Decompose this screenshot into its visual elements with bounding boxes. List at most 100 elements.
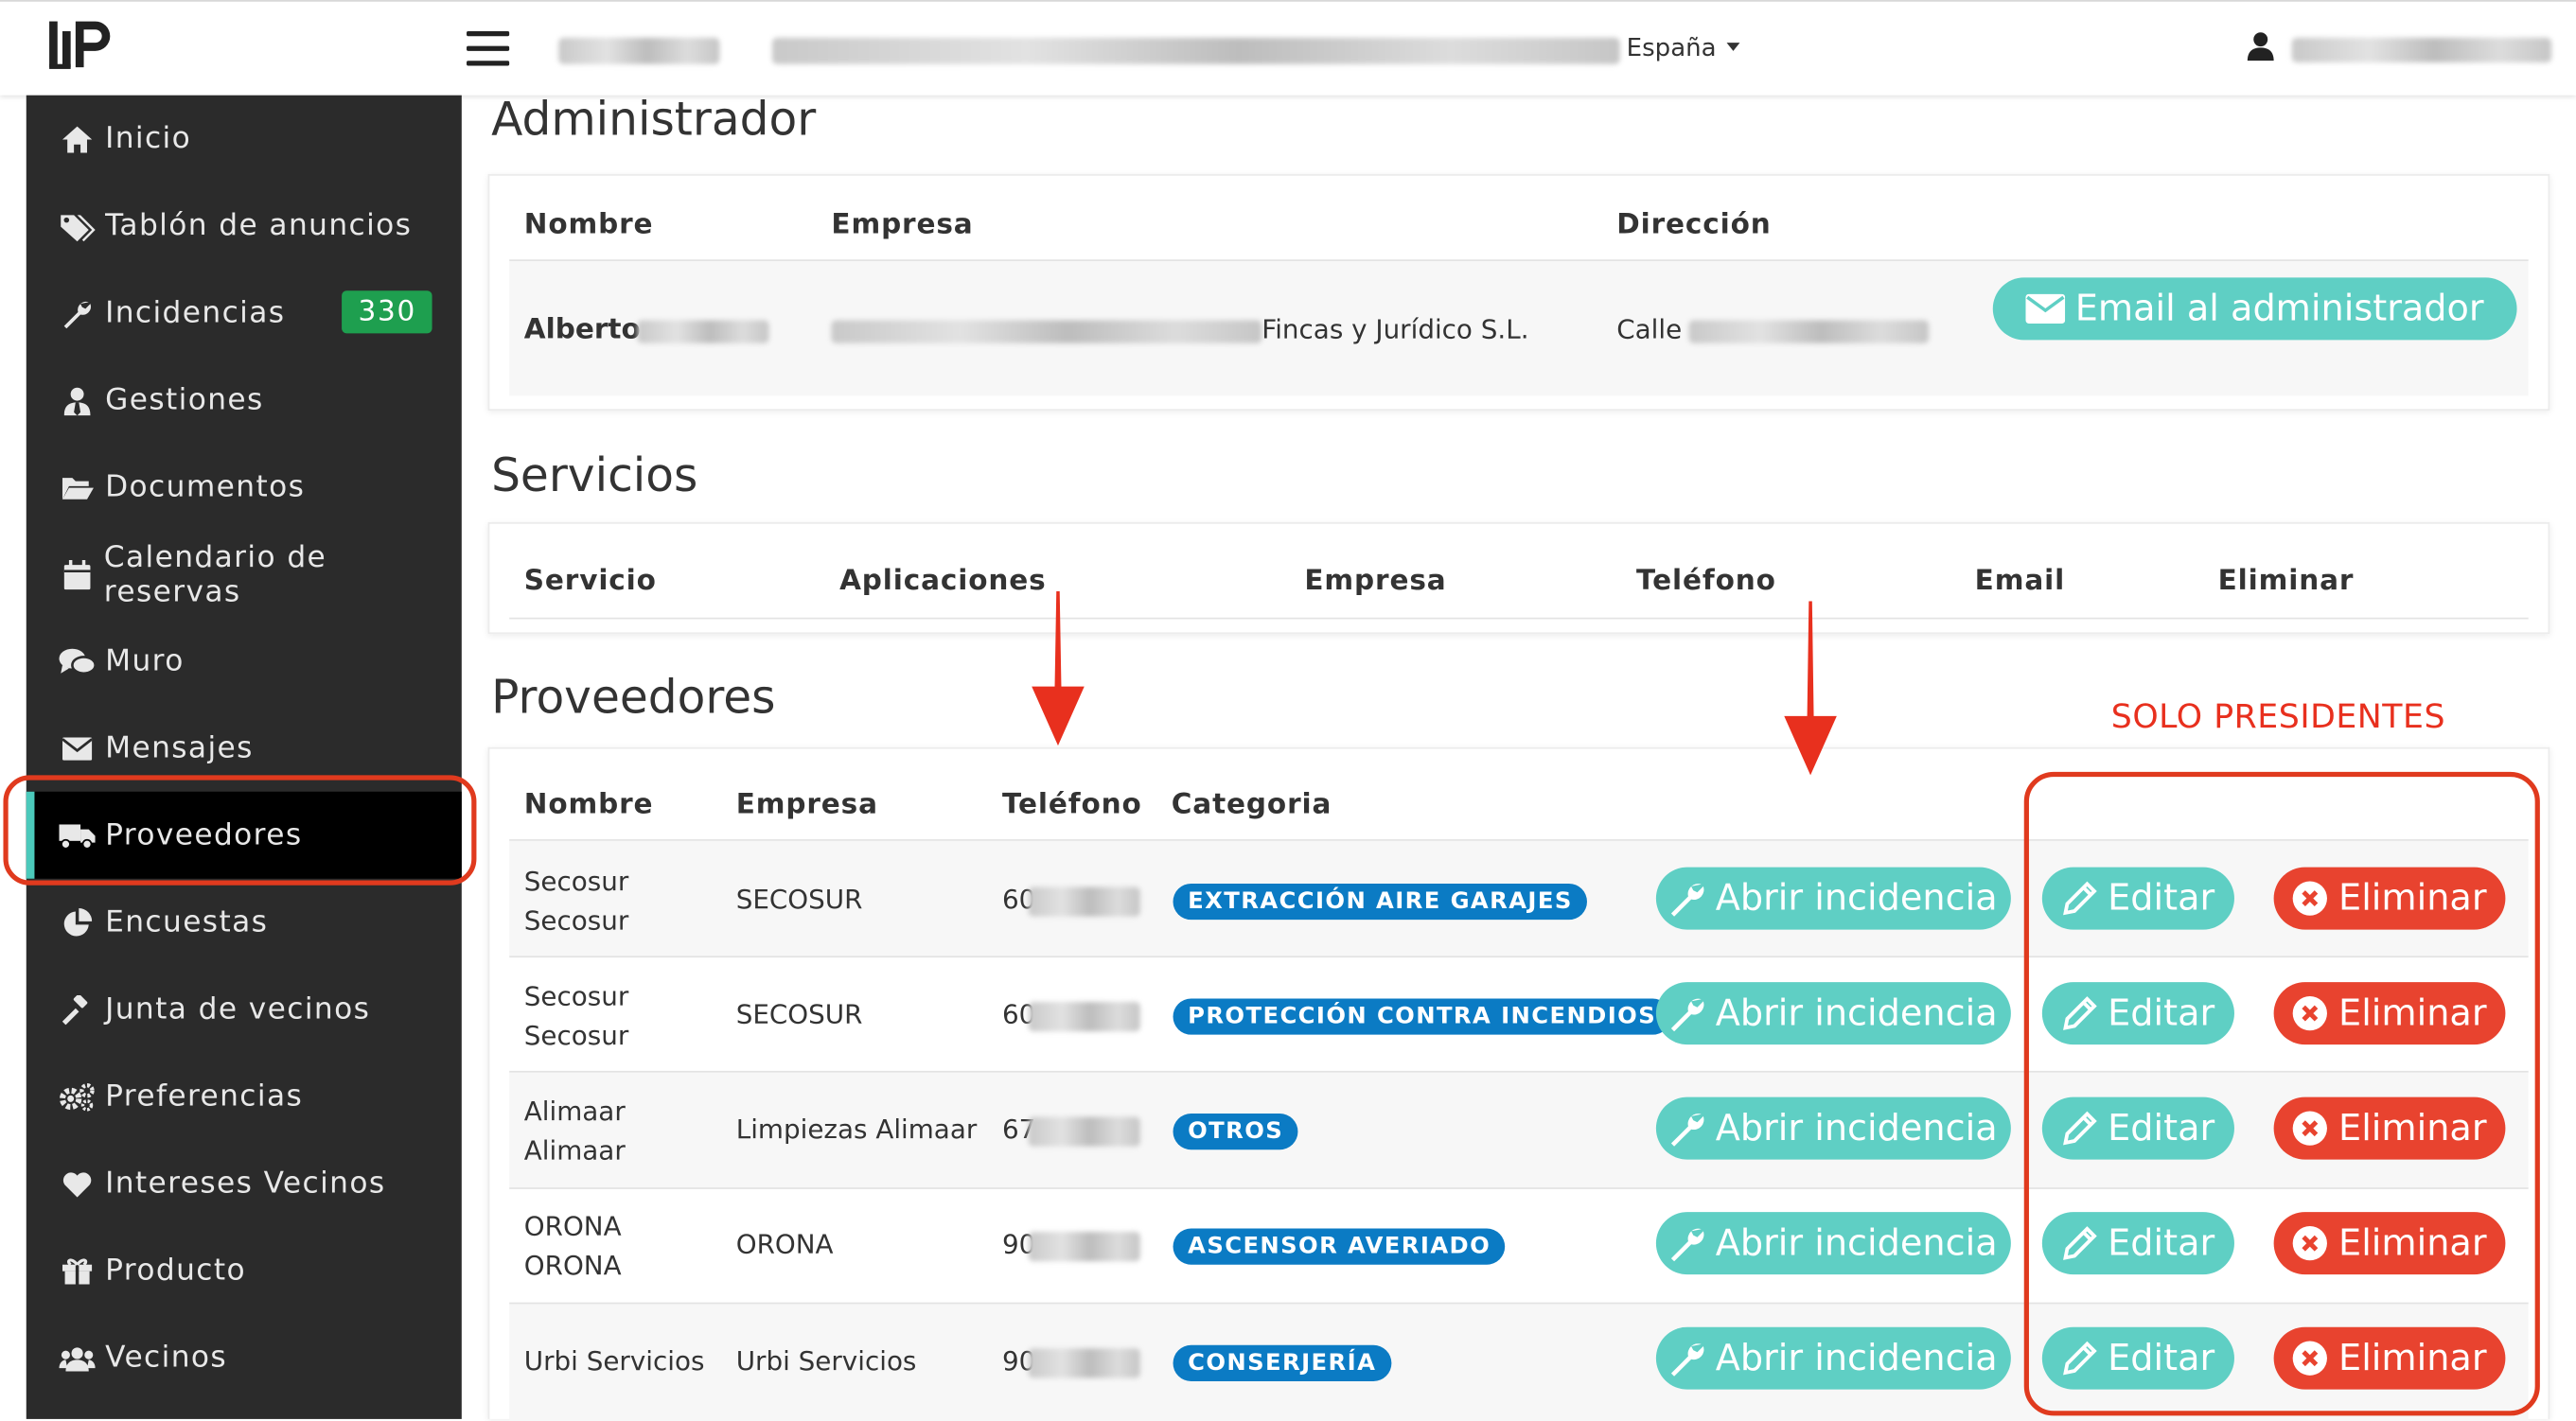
nombre-line2: Secosur: [523, 904, 629, 937]
nombre-line2: ORONA: [523, 1250, 622, 1282]
admin-empresa-suffix: Fincas y Jurídico S.L.: [1262, 313, 1529, 345]
servicios-card: Servicio Aplicaciones Empresa Teléfono E…: [487, 522, 2550, 635]
editar-button[interactable]: Editar: [2041, 867, 2234, 930]
incidencias-count-badge: 330: [342, 290, 433, 334]
community-name-redacted: [558, 37, 720, 64]
telefono-redacted: [1028, 1001, 1140, 1032]
proveedores-card: Nombre Empresa Teléfono Categoria Secosu…: [487, 746, 2550, 1421]
sidebar-item-vecinos[interactable]: Vecinos: [26, 1314, 462, 1401]
telefono-redacted: [1028, 1348, 1140, 1378]
abrir-incidencia-button[interactable]: Abrir incidencia: [1655, 867, 2011, 930]
sidebar-item-proveedores[interactable]: Proveedores: [26, 791, 462, 879]
eliminar-label: Eliminar: [2338, 1222, 2487, 1264]
user-icon[interactable]: [2246, 31, 2275, 61]
email-admin-button[interactable]: Email al administrador: [1992, 277, 2517, 341]
editar-label: Editar: [2108, 992, 2215, 1034]
proveedores-title: Proveedores: [491, 670, 776, 725]
caret-down-icon: [1726, 43, 1739, 51]
user-name-redacted[interactable]: [2291, 37, 2552, 62]
sidebar-item-documentos[interactable]: Documentos: [26, 444, 462, 531]
sidebar-item-label: Muro: [105, 643, 185, 678]
eliminar-label: Eliminar: [2338, 1337, 2487, 1379]
col-header-direccion: Dirección: [1616, 208, 1772, 242]
admin-surname-redacted: [637, 320, 769, 343]
cogs-icon: [59, 1081, 95, 1111]
abrir-incidencia-label: Abrir incidencia: [1715, 1222, 1998, 1264]
calendar-icon: [59, 559, 94, 589]
col-header-servicio: Servicio: [523, 565, 657, 598]
wrench-icon: [59, 298, 95, 328]
menu-toggle-icon[interactable]: [467, 30, 510, 67]
col-header-empresa: Empresa: [831, 208, 974, 242]
telefono-redacted: [1028, 886, 1140, 917]
abrir-incidencia-button[interactable]: Abrir incidencia: [1655, 1326, 2011, 1390]
proveedor-empresa: Urbi Servicios: [735, 1344, 917, 1377]
sidebar-item-mensajes[interactable]: Mensajes: [26, 705, 462, 792]
sidebar-item-junta[interactable]: Junta de vecinos: [26, 966, 462, 1053]
eliminar-button[interactable]: Eliminar: [2273, 1212, 2506, 1275]
categoria-badge: OTROS: [1173, 1114, 1298, 1150]
admin-company-redacted: [831, 320, 1262, 343]
eliminar-button[interactable]: Eliminar: [2273, 1326, 2506, 1390]
abrir-incidencia-button[interactable]: Abrir incidencia: [1655, 1212, 2011, 1275]
users-icon: [59, 1344, 96, 1371]
col-header-aplicaciones: Aplicaciones: [839, 565, 1047, 598]
sidebar-item-gestiones[interactable]: Gestiones: [26, 357, 462, 444]
eliminar-button[interactable]: Eliminar: [2273, 982, 2506, 1045]
sidebar-item-label: Mensajes: [105, 730, 254, 765]
editar-button[interactable]: Editar: [2041, 1212, 2234, 1275]
user-tie-icon: [59, 385, 95, 415]
editar-button[interactable]: Editar: [2041, 1326, 2234, 1390]
abrir-incidencia-label: Abrir incidencia: [1715, 877, 1998, 920]
sidebar-item-label: Inicio: [105, 121, 192, 156]
col-header-telefono: Teléfono: [1636, 565, 1776, 598]
sidebar-item-preferencias[interactable]: Preferencias: [26, 1053, 462, 1140]
pencil-icon: [2062, 1341, 2097, 1376]
sidebar-item-label: Producto: [105, 1253, 246, 1289]
times-circle-icon: [2293, 1341, 2328, 1376]
col-header-telefono: Teléfono: [1001, 788, 1142, 821]
col-header-empresa: Empresa: [1304, 565, 1447, 598]
sidebar-item-label: Intereses Vecinos: [105, 1166, 386, 1202]
sidebar-item-incidencias[interactable]: Incidencias 330: [26, 270, 462, 357]
sidebar-item-inicio[interactable]: Inicio: [26, 96, 462, 183]
truck-icon: [59, 822, 96, 849]
eliminar-label: Eliminar: [2338, 992, 2487, 1034]
nombre-line2: Secosur: [523, 1020, 629, 1052]
envelope-icon: [2025, 293, 2066, 324]
eliminar-button[interactable]: Eliminar: [2273, 1096, 2506, 1160]
abrir-incidencia-button[interactable]: Abrir incidencia: [1655, 1096, 2011, 1160]
top-navbar: España: [0, 0, 2576, 96]
abrir-incidencia-label: Abrir incidencia: [1715, 992, 1998, 1034]
country-dropdown[interactable]: España: [1627, 33, 1739, 62]
sidebar-item-muro[interactable]: Muro: [26, 618, 462, 705]
editar-button[interactable]: Editar: [2041, 1096, 2234, 1160]
sidebar-item-encuestas[interactable]: Encuestas: [26, 879, 462, 966]
admin-nombre: Alberto: [523, 313, 641, 347]
sidebar-item-label: Preferencias: [105, 1079, 304, 1114]
wrench-icon: [1671, 1228, 1704, 1262]
times-circle-icon: [2293, 995, 2328, 1031]
abrir-incidencia-button[interactable]: Abrir incidencia: [1655, 982, 2011, 1045]
categoria-badge: CONSERJERÍA: [1173, 1344, 1391, 1381]
col-header-eliminar: Eliminar: [2217, 565, 2355, 598]
pencil-icon: [2062, 1226, 2097, 1260]
proveedor-empresa: SECOSUR: [735, 883, 863, 915]
eliminar-label: Eliminar: [2338, 1107, 2487, 1149]
sidebar-item-producto[interactable]: Producto: [26, 1227, 462, 1314]
annotation-arrow-telefono: [1032, 590, 1085, 746]
wrench-icon: [1671, 1114, 1704, 1147]
col-header-empresa: Empresa: [735, 788, 878, 821]
editar-button[interactable]: Editar: [2041, 982, 2234, 1045]
app-logo[interactable]: [46, 15, 122, 74]
sidebar-item-calendario[interactable]: Calendario de reservas: [26, 531, 462, 618]
sidebar-item-tablon[interactable]: Tablón de anuncios: [26, 183, 462, 270]
sidebar-item-label: Incidencias: [105, 295, 286, 330]
proveedor-nombre: Secosur Secosur: [524, 977, 628, 1056]
wrench-icon: [1671, 884, 1704, 917]
sidebar-item-intereses[interactable]: Intereses Vecinos: [26, 1140, 462, 1227]
telefono-redacted: [1028, 1116, 1140, 1147]
eliminar-button[interactable]: Eliminar: [2273, 867, 2506, 930]
annotation-arrow-abrir: [1784, 601, 1837, 776]
col-header-categoria: Categoria: [1171, 788, 1332, 821]
